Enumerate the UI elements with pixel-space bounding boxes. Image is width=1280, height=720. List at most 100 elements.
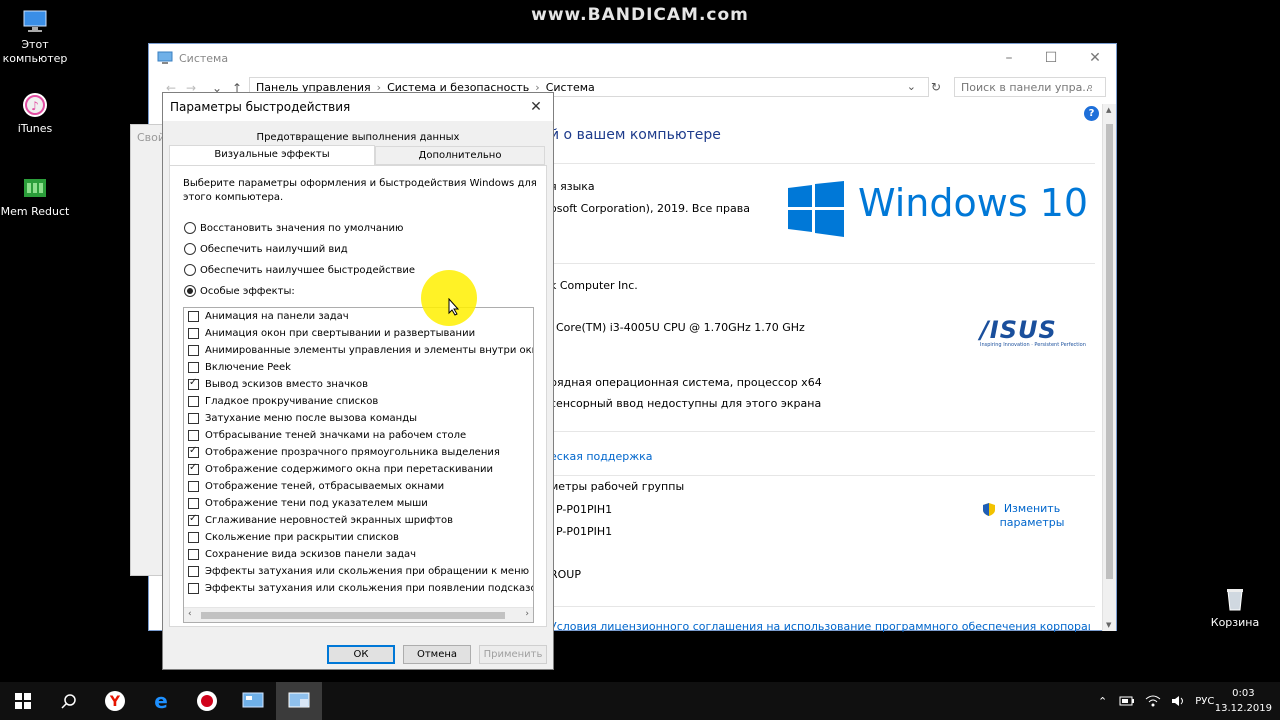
effect-checkbox-row[interactable]: Скольжение при раскрытии списков (188, 529, 399, 546)
effect-label: Эффекты затухания или скольжения при поя… (205, 583, 534, 594)
effect-checkbox-row[interactable]: Отображение прозрачного прямоугольника в… (188, 444, 500, 461)
search-input[interactable]: Поиск в панели упра... (954, 77, 1106, 97)
svg-text:♪: ♪ (31, 99, 39, 113)
checkbox[interactable] (188, 396, 199, 407)
checkbox[interactable] (188, 532, 199, 543)
effect-checkbox-row[interactable]: Отображение теней, отбрасываемых окнами (188, 478, 444, 495)
tab-advanced[interactable]: Дополнительно (375, 146, 545, 165)
effect-checkbox-row[interactable]: Отбрасывание теней значками на рабочем с… (188, 427, 466, 444)
close-button[interactable]: ✕ (1081, 48, 1109, 68)
checkbox-checked[interactable] (188, 377, 199, 390)
desktop-icon-label: Mem Reduct (0, 205, 70, 218)
effect-checkbox-row[interactable]: Отображение содержимого окна при перетас… (188, 461, 493, 478)
taskbar-edge[interactable]: e (138, 682, 184, 720)
dialog-close-icon[interactable]: ✕ (525, 97, 547, 117)
wifi-icon[interactable] (1145, 695, 1161, 707)
scroll-right-icon[interactable]: › (525, 609, 529, 619)
effect-checkbox-row[interactable]: Затухание меню после вызова команды (188, 410, 417, 427)
language-indicator[interactable]: РУС (1195, 696, 1214, 707)
effect-checkbox-row[interactable]: Сглаживание неровностей экранных шрифтов (188, 512, 453, 529)
effect-label: Анимация на панели задач (205, 311, 349, 322)
checkbox[interactable] (188, 481, 199, 492)
taskbar-yandex-browser[interactable]: Y (92, 682, 138, 720)
volume-icon[interactable] (1171, 695, 1185, 707)
clock-time: 0:03 (1232, 688, 1255, 699)
system-type-text: рядная операционная система, процессор x… (550, 376, 822, 389)
vertical-scrollbar[interactable]: ▲ ▼ (1102, 104, 1116, 631)
radio-default[interactable]: Восстановить значения по умолчанию (184, 222, 403, 234)
effect-checkbox-row[interactable]: Гладкое прокручивание списков (188, 393, 378, 410)
taskbar-clock[interactable]: 0:03 13.12.2019 (1215, 686, 1272, 716)
desktop-icon-label: Корзина (1210, 616, 1260, 629)
change-settings-link[interactable]: Изменить параметры (982, 502, 1068, 530)
checkbox-checked[interactable] (188, 513, 199, 526)
checkbox[interactable] (188, 549, 199, 560)
effect-label: Скольжение при раскрытии списков (205, 532, 399, 543)
ok-button[interactable]: ОК (327, 645, 395, 664)
checkbox[interactable] (188, 345, 199, 356)
search-icon[interactable]: ⌕ (1087, 80, 1093, 94)
taskbar-system-properties[interactable] (276, 682, 322, 720)
tray-expand-icon[interactable]: ⌃ (1098, 695, 1107, 708)
scroll-up-icon[interactable]: ▲ (1106, 106, 1111, 114)
battery-icon[interactable] (1119, 695, 1135, 707)
apply-button[interactable]: Применить (479, 645, 547, 664)
effect-checkbox-row[interactable]: Включение Peek (188, 359, 291, 376)
dialog-title[interactable]: Параметры быстродействия (163, 93, 553, 121)
effect-checkbox-row[interactable]: Анимация окон при свертывании и разверты… (188, 325, 475, 342)
license-link[interactable]: Условия лицензионного соглашения на испо… (550, 620, 1090, 633)
checkbox-checked[interactable] (188, 445, 199, 458)
checkbox[interactable] (188, 583, 199, 594)
effect-label: Отображение теней, отбрасываемых окнами (205, 481, 445, 492)
system-window-titlebar[interactable]: Система (149, 44, 1116, 72)
scrollbar-thumb[interactable] (201, 612, 505, 619)
start-button[interactable] (0, 682, 46, 720)
radio-best-performance[interactable]: Обеспечить наилучшее быстродействие (184, 264, 415, 276)
effect-checkbox-row[interactable]: Анимация на панели задач (188, 308, 349, 325)
effect-checkbox-row[interactable]: Вывод эскизов вместо значков (188, 376, 368, 393)
effect-checkbox-row[interactable]: Сохранение вида эскизов панели задач (188, 546, 416, 563)
radio-custom[interactable]: Особые эффекты: (184, 285, 295, 297)
address-dropdown-icon[interactable]: ⌄ (907, 80, 916, 93)
asus-logo: /ISUS (980, 316, 1057, 344)
maximize-button[interactable]: ☐ (1037, 48, 1065, 68)
taskbar-bandicam[interactable] (184, 682, 230, 720)
shield-icon (983, 503, 995, 516)
effect-checkbox-row[interactable]: Отображение тени под указателем мыши (188, 495, 428, 512)
checkbox[interactable] (188, 413, 199, 424)
desktop-icon-mem-reduct[interactable]: Mem Reduct (0, 175, 70, 219)
horizontal-scrollbar[interactable]: ‹ › (184, 607, 533, 622)
radio-circle-icon[interactable] (184, 243, 196, 255)
effect-checkbox-row[interactable]: Анимированные элементы управления и элем… (188, 342, 533, 359)
checkbox-checked[interactable] (188, 462, 199, 475)
tab-visual-effects[interactable]: Визуальные эффекты (169, 145, 375, 166)
change-settings-label[interactable]: Изменить параметры (996, 502, 1068, 530)
scrollbar-thumb[interactable] (1106, 124, 1113, 579)
desktop-icon-recycle-bin[interactable]: Корзина (1200, 586, 1270, 630)
checkbox[interactable] (188, 498, 199, 509)
effects-list[interactable]: Анимация на панели задач Анимация окон п… (183, 307, 534, 623)
radio-circle-icon[interactable] (184, 264, 196, 276)
support-link[interactable]: еская поддержка (550, 450, 653, 463)
checkbox[interactable] (188, 430, 199, 441)
radio-selected-icon[interactable] (184, 285, 196, 297)
taskbar-control-panel[interactable] (230, 682, 276, 720)
checkbox[interactable] (188, 311, 199, 322)
effect-checkbox-row[interactable]: Эффекты затухания или скольжения при поя… (188, 580, 534, 597)
cancel-button[interactable]: Отмена (403, 645, 471, 664)
checkbox[interactable] (188, 328, 199, 339)
minimize-button[interactable]: – (995, 48, 1023, 68)
refresh-icon[interactable]: ↻ (931, 80, 941, 94)
effect-checkbox-row[interactable]: Эффекты затухания или скольжения при обр… (188, 563, 529, 580)
desktop-icon-itunes[interactable]: ♪ iTunes (0, 92, 70, 136)
scroll-left-icon[interactable]: ‹ (188, 609, 192, 619)
radio-circle-icon[interactable] (184, 222, 196, 234)
scroll-down-icon[interactable]: ▼ (1106, 621, 1111, 629)
copyright-text: osoft Corporation), 2019. Все права (550, 202, 750, 215)
taskbar-search-button[interactable] (46, 682, 92, 720)
effect-label: Вывод эскизов вместо значков (205, 379, 369, 390)
radio-best-appearance[interactable]: Обеспечить наилучший вид (184, 243, 348, 255)
desktop-icon-this-pc[interactable]: Этот компьютер (0, 8, 70, 66)
checkbox[interactable] (188, 362, 199, 373)
checkbox[interactable] (188, 566, 199, 577)
